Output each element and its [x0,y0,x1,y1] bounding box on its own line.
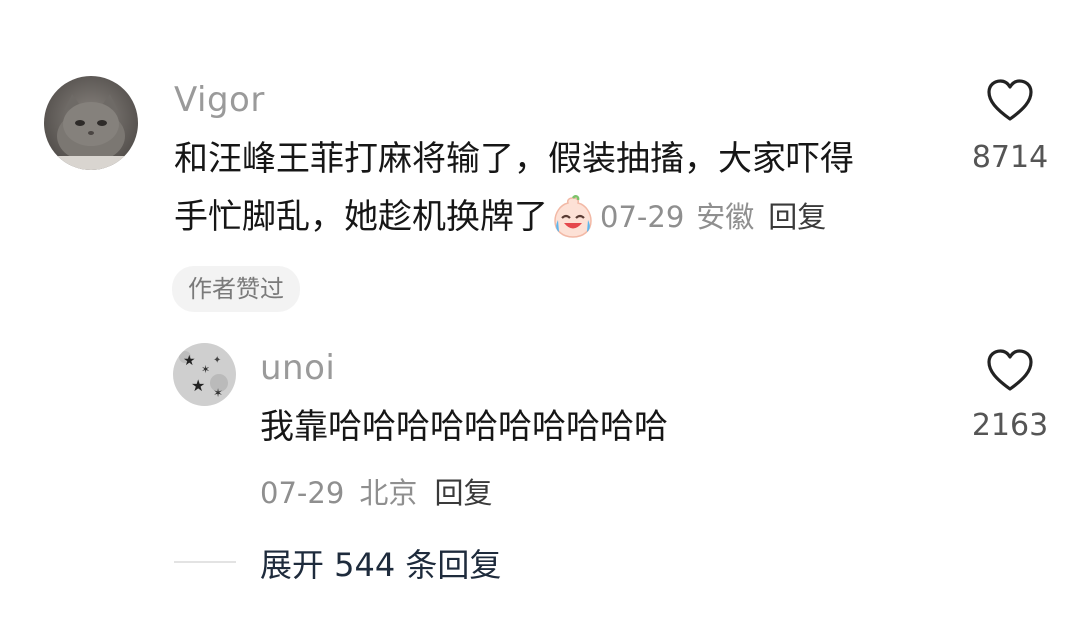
svg-text:✶: ✶ [213,386,223,400]
comment-username[interactable]: Vigor [174,80,265,120]
reply-location: 北京 [359,476,418,510]
comment-date: 07-29 [600,200,685,234]
cat-avatar-image [44,76,138,170]
author-liked-badge: 作者赞过 [172,266,300,312]
reply-reply-button[interactable]: 回复 [434,476,492,510]
reply-username[interactable]: unoi [260,348,335,388]
comment-text: 和汪峰王菲打麻将输了，假装抽搐，大家吓得 手忙脚乱，她趁机换牌了 07-29 安… [174,130,954,246]
reply-like-count: 2163 [971,408,1049,443]
comment-text-line-2: 手忙脚乱，她趁机换牌了 07-29 安徽 回复 [174,188,954,246]
reply-like-button[interactable] [986,348,1034,392]
heart-outline-icon [986,348,1034,392]
reply-date: 07-29 [260,476,345,510]
expand-divider [174,561,236,563]
svg-text:★: ★ [191,376,205,395]
crying-laughing-emoji-icon [550,194,596,240]
heart-outline-icon [986,78,1034,122]
svg-text:✶: ✶ [201,363,210,376]
comment-like-button[interactable] [986,78,1034,122]
avatar-unoi[interactable]: ★ ✶ ✦ ★ ✶ [173,343,236,406]
expand-replies-button[interactable]: 展开 544 条回复 [260,540,501,586]
comment-location: 安徽 [696,200,755,234]
svg-text:✦: ✦ [213,355,221,366]
reply-text: 我靠哈哈哈哈哈哈哈哈哈哈 [260,407,668,447]
comment-text-line-2-text: 手忙脚乱，她趁机换牌了 [174,197,548,237]
svg-text:★: ★ [183,353,196,369]
comment-like-count: 8714 [971,140,1049,175]
comment-reply-button[interactable]: 回复 [768,188,826,246]
reply-meta: 07-29 北京 回复 [260,470,493,512]
avatar-vigor[interactable] [44,76,138,170]
comment-text-line-1: 和汪峰王菲打麻将输了，假装抽搐，大家吓得 [174,139,854,179]
stars-avatar-image: ★ ✶ ✦ ★ ✶ [173,343,236,406]
